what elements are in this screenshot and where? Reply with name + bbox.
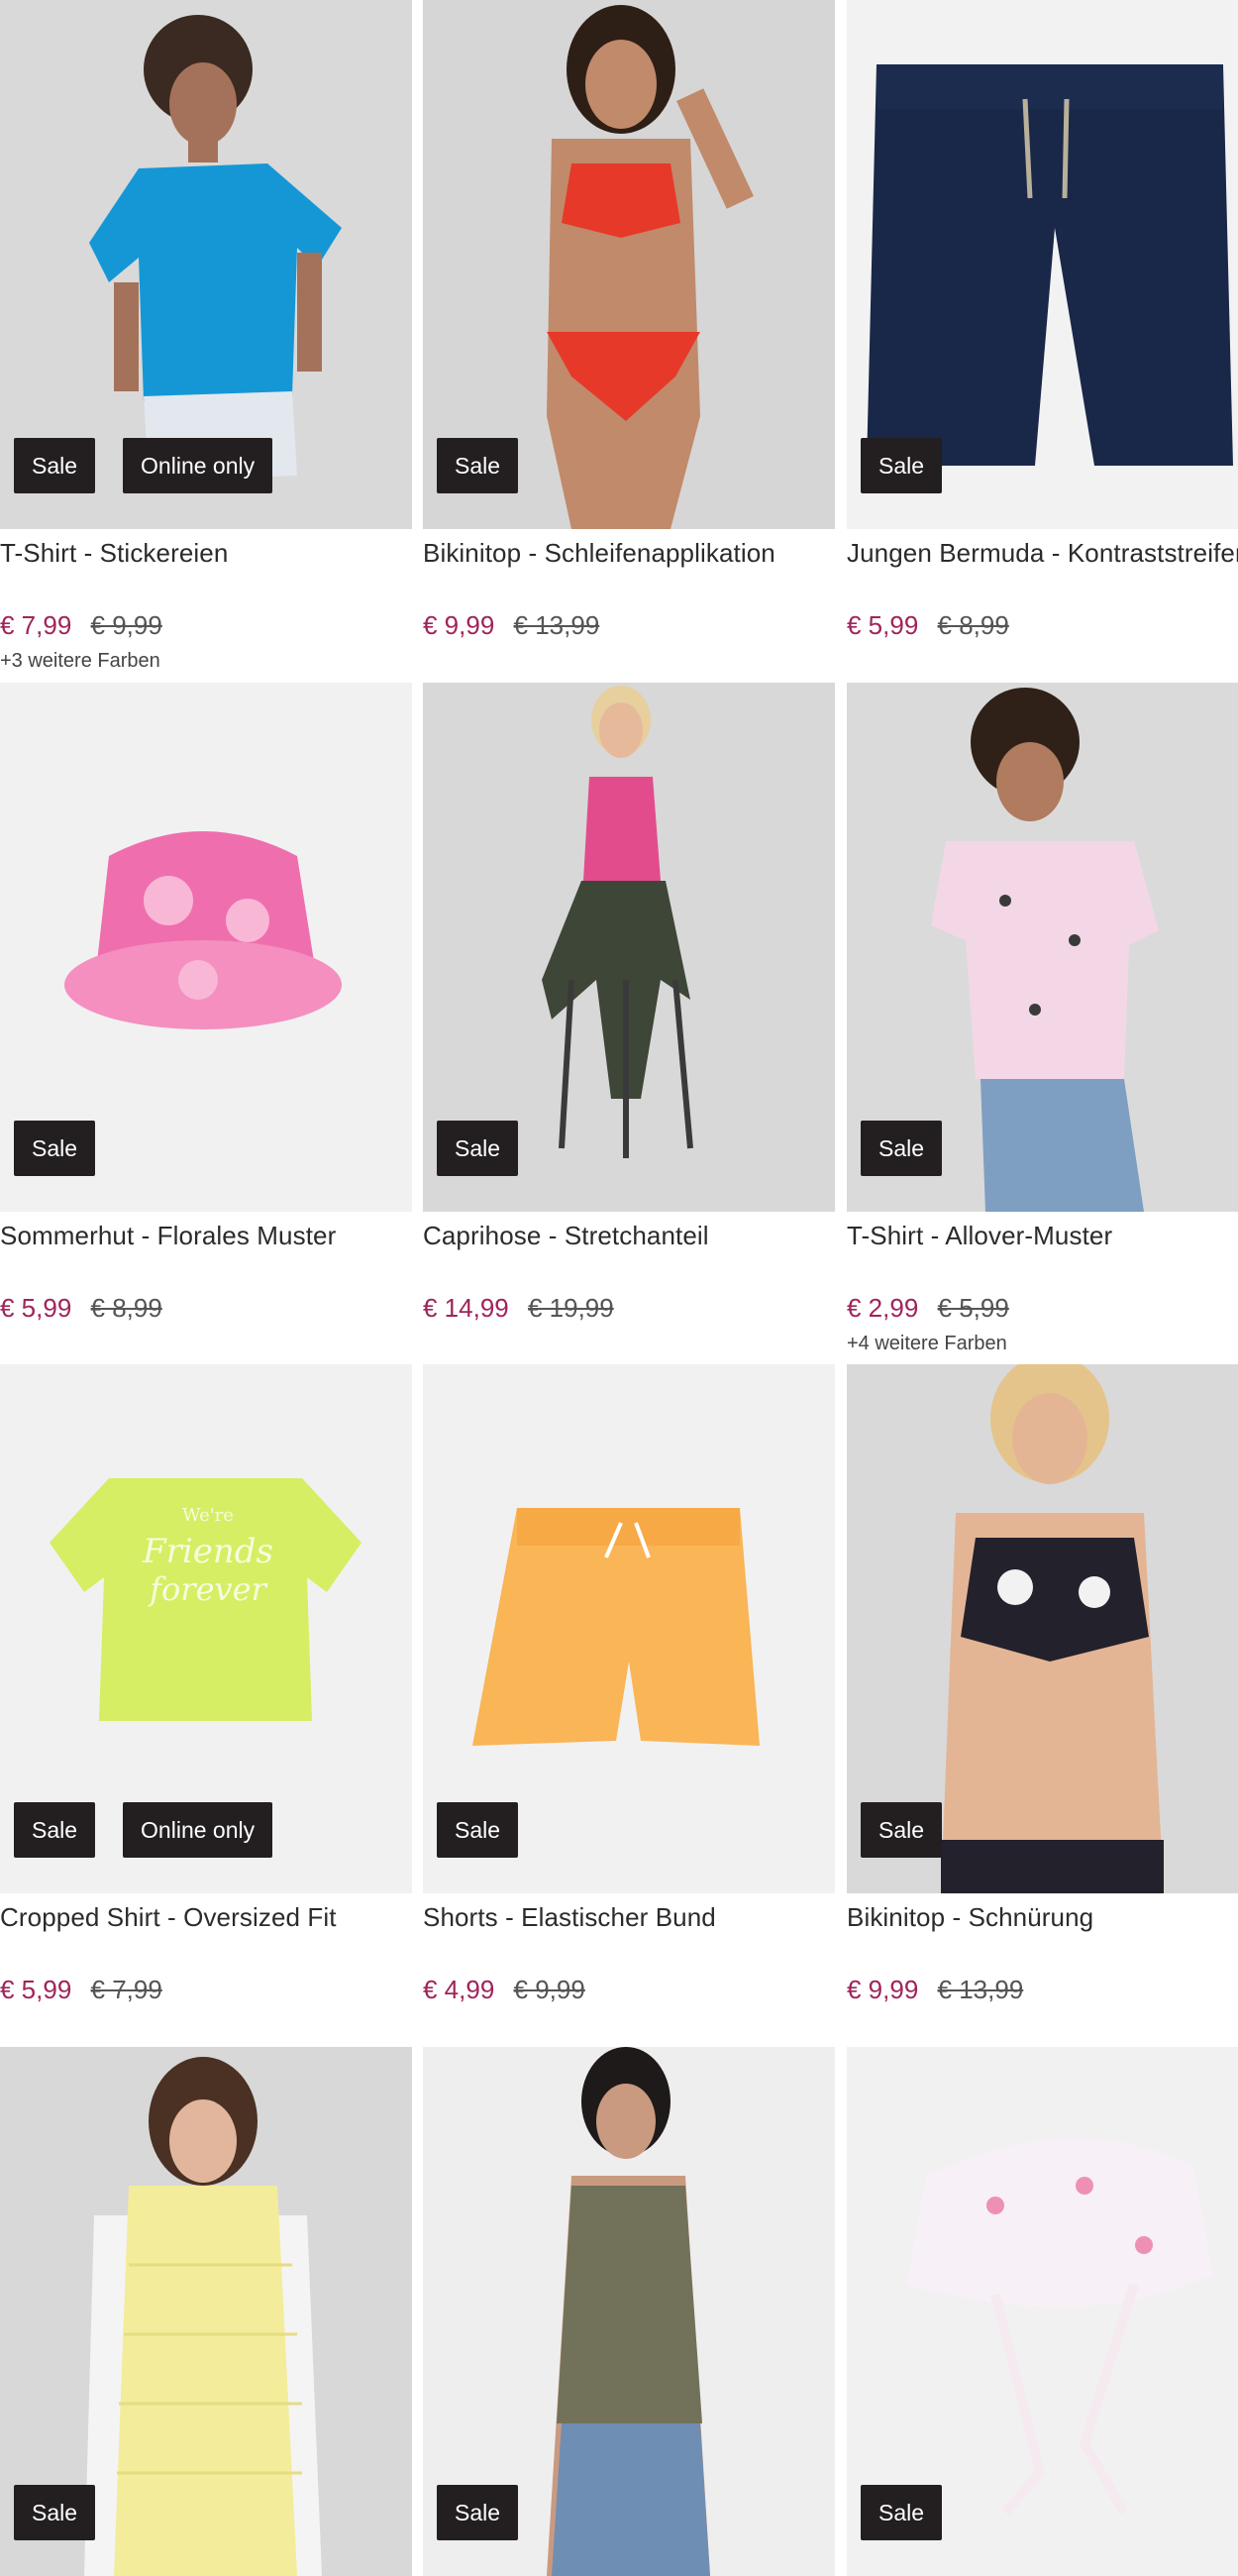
online-only-badge: Online only [123, 1802, 273, 1858]
product-image[interactable]: Sale [847, 2047, 1238, 2576]
original-price: € 13,99 [513, 610, 600, 640]
product-title[interactable]: Caprihose - Stretchanteil [423, 1221, 835, 1251]
sale-badge: Sale [861, 1802, 943, 1858]
sale-price: € 5,99 [0, 1975, 72, 2004]
sale-badge: Sale [437, 438, 519, 493]
product-image[interactable]: Sale [847, 683, 1238, 1212]
price-row: € 5,99 € 7,99 [0, 1975, 162, 2005]
product-image[interactable]: Sale Online only [0, 0, 412, 529]
original-price: € 19,99 [527, 1293, 614, 1323]
print-line-1: We're [182, 1505, 234, 1526]
sale-badge: Sale [437, 1802, 519, 1858]
more-colors-link[interactable]: +4 weitere Farben [847, 1333, 1007, 1355]
product-image[interactable]: Sale [423, 683, 835, 1212]
original-price: € 9,99 [513, 1975, 585, 2004]
product-title[interactable]: T-Shirt - Allover-Muster [847, 1221, 1238, 1251]
product-title[interactable]: Shorts - Elastischer Bund [423, 1902, 835, 1933]
product-image[interactable]: Sale [847, 0, 1238, 529]
original-price: € 8,99 [937, 610, 1009, 640]
product-title[interactable]: Jungen Bermuda - Kontraststreifen [847, 538, 1238, 569]
price-row: € 7,99 € 9,99 [0, 610, 162, 641]
sale-price: € 7,99 [0, 610, 72, 640]
sale-badge: Sale [861, 2485, 943, 2540]
product-title[interactable]: Bikinitop - Schleifenapplikation [423, 538, 835, 569]
sale-price: € 2,99 [847, 1293, 919, 1323]
product-image[interactable]: Sale [0, 683, 412, 1212]
original-price: € 9,99 [90, 610, 162, 640]
product-title[interactable]: T-Shirt - Stickereien [0, 538, 412, 569]
print-line-3: forever [148, 1570, 267, 1608]
sale-price: € 5,99 [0, 1293, 72, 1323]
product-image[interactable]: Sale [423, 1364, 835, 1893]
sale-badge: Sale [861, 1121, 943, 1176]
product-title[interactable]: Bikinitop - Schnürung [847, 1902, 1238, 1933]
sale-badge: Sale [437, 1121, 519, 1176]
product-image[interactable]: Sale [847, 1364, 1238, 1893]
product-image[interactable]: We're Friends forever Sale Online only [0, 1364, 412, 1893]
product-title[interactable]: Sommerhut - Florales Muster [0, 1221, 412, 1251]
price-row: € 2,99 € 5,99 [847, 1293, 1009, 1324]
print-line-2: Friends [142, 1532, 273, 1571]
product-title[interactable]: Cropped Shirt - Oversized Fit [0, 1902, 412, 1933]
sale-badge: Sale [14, 438, 96, 493]
original-price: € 5,99 [937, 1293, 1009, 1323]
price-row: € 9,99 € 13,99 [423, 610, 599, 641]
product-image[interactable]: Sale [423, 2047, 835, 2576]
price-row: € 14,99 € 19,99 [423, 1293, 614, 1324]
sale-badge: Sale [14, 1802, 96, 1858]
product-image[interactable]: Sale [423, 0, 835, 529]
price-row: € 5,99 € 8,99 [847, 610, 1009, 641]
sale-badge: Sale [14, 2485, 96, 2540]
product-grid: Sale Online only T-Shirt - Stickereien €… [0, 0, 1238, 2576]
original-price: € 8,99 [90, 1293, 162, 1323]
sale-badge: Sale [437, 2485, 519, 2540]
sale-price: € 5,99 [847, 610, 919, 640]
sale-badge: Sale [861, 438, 943, 493]
sale-price: € 14,99 [423, 1293, 509, 1323]
price-row: € 5,99 € 8,99 [0, 1293, 162, 1324]
original-price: € 13,99 [937, 1975, 1024, 2004]
price-row: € 9,99 € 13,99 [847, 1975, 1023, 2005]
more-colors-link[interactable]: +3 weitere Farben [0, 650, 160, 673]
online-only-badge: Online only [123, 438, 273, 493]
price-row: € 4,99 € 9,99 [423, 1975, 585, 2005]
sale-price: € 9,99 [423, 610, 495, 640]
original-price: € 7,99 [90, 1975, 162, 2004]
sale-badge: Sale [14, 1121, 96, 1176]
sale-price: € 4,99 [423, 1975, 495, 2004]
product-image[interactable]: Sale [0, 2047, 412, 2576]
sale-price: € 9,99 [847, 1975, 919, 2004]
